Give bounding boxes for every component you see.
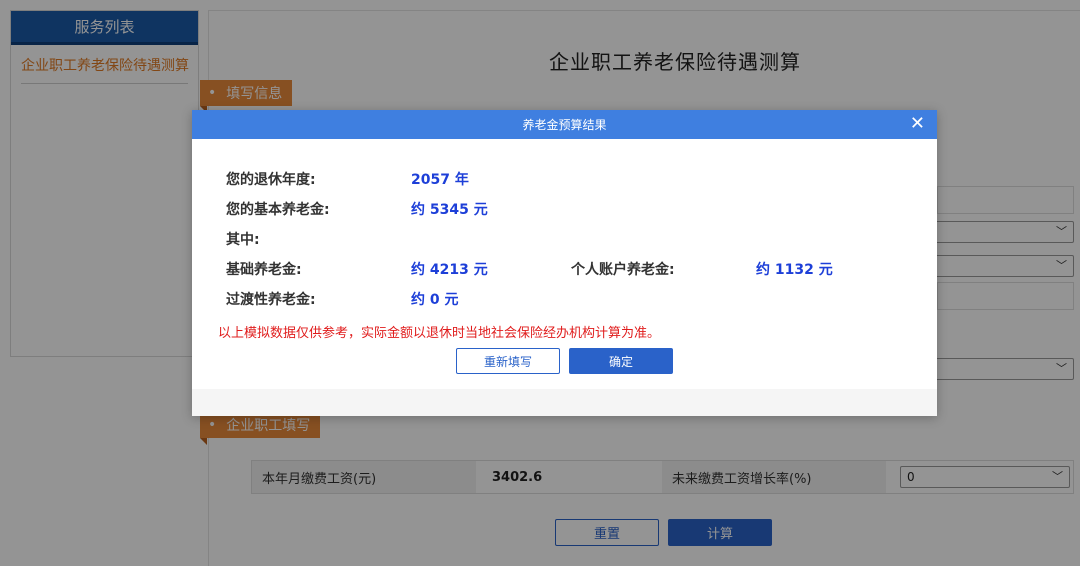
disclaimer-notice: 以上模拟数据仅供参考，实际金额以退休时当地社会保险经办机构计算为准。 [218, 326, 661, 341]
refill-button[interactable]: 重新填写 [456, 348, 560, 374]
of-which-label: 其中: [226, 232, 260, 248]
base-pension-label: 基础养老金: [226, 262, 302, 278]
basic-pension-label: 您的基本养老金: [226, 202, 330, 218]
base-pension-value: 约 4213 元 [411, 262, 488, 278]
modal-header: 养老金预算结果 ✕ [192, 110, 937, 139]
transitional-pension-label: 过渡性养老金: [226, 292, 316, 308]
confirm-button[interactable]: 确定 [569, 348, 673, 374]
personal-account-label: 个人账户养老金: [571, 262, 675, 278]
close-icon[interactable]: ✕ [910, 113, 925, 135]
retire-year-label: 您的退休年度: [226, 172, 316, 188]
pension-result-modal: 养老金预算结果 ✕ 您的退休年度: 2057 年 您的基本养老金: 约 5345… [192, 110, 937, 416]
retire-year-value: 2057 年 [411, 172, 469, 188]
modal-footer [192, 389, 937, 416]
personal-account-value: 约 1132 元 [756, 262, 833, 278]
modal-body: 您的退休年度: 2057 年 您的基本养老金: 约 5345 元 其中: 基础养… [192, 139, 937, 389]
transitional-pension-value: 约 0 元 [411, 292, 459, 308]
basic-pension-value: 约 5345 元 [411, 202, 488, 218]
modal-title: 养老金预算结果 [522, 118, 607, 132]
